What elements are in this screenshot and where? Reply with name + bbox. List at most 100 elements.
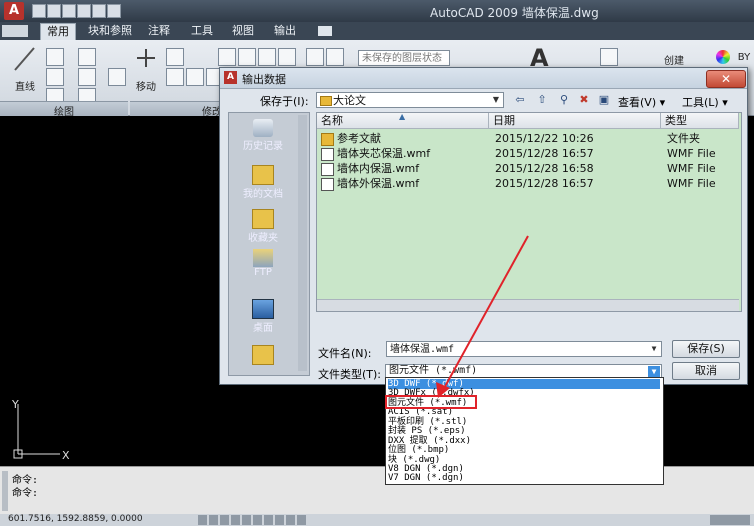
status-bar: 601.7516, 1592.8859, 0.0000 [0, 514, 754, 526]
view-menu[interactable]: 查看(V) ▾ [618, 94, 665, 110]
panel-draw[interactable]: 绘图 [0, 101, 128, 118]
print-icon[interactable] [77, 4, 91, 18]
desktop-icon [252, 299, 274, 319]
tab-home[interactable]: 常用 [40, 23, 76, 40]
command-window-grip[interactable] [2, 471, 8, 511]
trim-icon[interactable] [218, 48, 236, 66]
filetype-option[interactable]: 位图 (*.bmp) [388, 445, 660, 455]
file-name: 墙体内保温.wmf [337, 162, 420, 175]
place-history-label: 历史记录 [243, 141, 283, 152]
command-line-2: 命令: [12, 488, 39, 499]
back-icon[interactable]: ⇦ [512, 92, 528, 108]
place-my-documents[interactable]: 我的文档 [233, 165, 293, 200]
list-item[interactable]: 墙体内保温.wmf 2015/12/28 16:58 WMF File [321, 162, 737, 176]
minimize-ribbon-icon[interactable] [318, 26, 332, 36]
close-button[interactable]: ✕ [706, 70, 746, 88]
file-list[interactable]: 名称 ▲ 日期 类型 参考文献 2015/12/22 10:26 文件夹 墙体夹… [316, 112, 742, 312]
place-favorites[interactable]: 收藏夹 [233, 209, 293, 244]
tab-blocks[interactable]: 块和参照 [82, 23, 138, 39]
tab-output[interactable]: 输出 [268, 23, 302, 39]
layer-state-icon[interactable] [326, 48, 344, 66]
folder-icon [252, 345, 274, 365]
filetype-option[interactable]: 封装 PS (*.eps) [388, 426, 660, 436]
application-menu-button[interactable]: A [4, 2, 24, 20]
file-name: 墙体夹芯保温.wmf [337, 147, 431, 160]
extend-icon[interactable] [238, 48, 256, 66]
ftp-icon [253, 249, 273, 267]
ucs-x-label: X [62, 449, 70, 462]
filename-input[interactable]: 墙体保温.wmf ▼ [386, 341, 662, 357]
rectangle-icon[interactable] [78, 48, 96, 66]
place-desktop-label: 桌面 [253, 323, 273, 334]
block-insert-icon[interactable] [600, 48, 618, 66]
chevron-down-icon[interactable]: ▼ [490, 94, 502, 106]
list-item[interactable]: 墙体外保温.wmf 2015/12/28 16:57 WMF File [321, 177, 737, 191]
horizontal-scrollbar[interactable] [317, 299, 739, 311]
place-ftp[interactable]: FTP [233, 249, 293, 278]
save-button[interactable]: 保存(S) [672, 340, 740, 358]
region-icon[interactable] [108, 68, 126, 86]
column-date[interactable]: 日期 [489, 113, 661, 129]
window-title: AutoCAD 2009 墙体保温.dwg [430, 6, 599, 20]
tools-menu[interactable]: 工具(L) ▾ [682, 94, 728, 110]
place-my-documents-label: 我的文档 [243, 189, 283, 200]
line-icon[interactable] [12, 44, 38, 74]
place-more[interactable] [233, 345, 293, 365]
search-web-icon[interactable]: ⚲ [556, 92, 572, 108]
status-tray-icons[interactable] [710, 515, 750, 525]
layer-properties-icon[interactable] [306, 48, 324, 66]
filename-label: 文件名(N): [318, 347, 372, 360]
layer-state-combo[interactable]: 未保存的图层状态 [358, 50, 450, 66]
tools-menu-label: 工具(L) [682, 96, 719, 109]
delete-icon[interactable]: ✖ [576, 92, 592, 108]
rotate-icon[interactable] [166, 48, 184, 66]
tab-annotate[interactable]: 注释 [142, 23, 176, 39]
file-date: 2015/12/28 16:57 [495, 147, 594, 160]
panel-modify[interactable]: 修改 [130, 101, 226, 118]
cancel-button[interactable]: 取消 [672, 362, 740, 380]
filename-value: 墙体保温.wmf [390, 344, 455, 355]
list-item[interactable]: 墙体夹芯保温.wmf 2015/12/28 16:57 WMF File [321, 147, 737, 161]
place-history[interactable]: 历史记录 [233, 119, 293, 152]
places-scrollbar[interactable] [298, 115, 307, 371]
file-date: 2015/12/28 16:57 [495, 177, 594, 190]
autocad-icon: A [224, 71, 237, 84]
filetype-option[interactable]: V7 DGN (*.dgn) [388, 473, 660, 483]
file-type: WMF File [667, 147, 716, 160]
tab-view[interactable]: 视图 [226, 23, 260, 39]
tab-tools[interactable]: 工具 [185, 23, 219, 39]
place-favorites-label: 收藏夹 [248, 233, 278, 244]
save-icon[interactable] [62, 4, 76, 18]
ribbon-toggle-icon[interactable] [2, 25, 28, 37]
dialog-title: 输出数据 [242, 73, 286, 86]
column-type[interactable]: 类型 [661, 113, 739, 129]
array-icon[interactable] [278, 48, 296, 66]
undo-icon[interactable] [92, 4, 106, 18]
fillet-icon[interactable] [258, 48, 276, 66]
color-wheel-icon[interactable] [716, 50, 730, 64]
sort-ascending-icon: ▲ [399, 112, 406, 121]
chevron-down-icon[interactable]: ▼ [648, 343, 660, 355]
save-in-combo[interactable]: 大论文 ▼ [316, 92, 504, 108]
circle-icon[interactable] [46, 68, 64, 86]
place-ftp-label: FTP [254, 267, 272, 278]
places-bar: 历史记录 我的文档 收藏夹 FTP 桌面 [228, 112, 310, 376]
wmf-file-icon [321, 148, 334, 161]
list-item[interactable]: 参考文献 2015/12/22 10:26 文件夹 [321, 132, 737, 146]
new-icon[interactable] [32, 4, 46, 18]
drafting-toggles[interactable] [198, 515, 308, 525]
copy-icon[interactable] [166, 68, 184, 86]
place-desktop[interactable]: 桌面 [233, 299, 293, 334]
up-folder-icon[interactable]: ⇧ [534, 92, 550, 108]
open-icon[interactable] [47, 4, 61, 18]
file-type: WMF File [667, 177, 716, 190]
move-icon[interactable] [136, 48, 156, 68]
filetype-select[interactable]: 图元文件 (*.wmf) ▼ [385, 364, 662, 378]
ellipse-icon[interactable] [78, 68, 96, 86]
file-type: 文件夹 [667, 132, 700, 145]
redo-icon[interactable] [107, 4, 121, 18]
new-folder-icon[interactable]: ▣ [596, 92, 612, 108]
wmf-file-icon [321, 178, 334, 191]
mirror-icon[interactable] [186, 68, 204, 86]
polyline-icon[interactable] [46, 48, 64, 66]
